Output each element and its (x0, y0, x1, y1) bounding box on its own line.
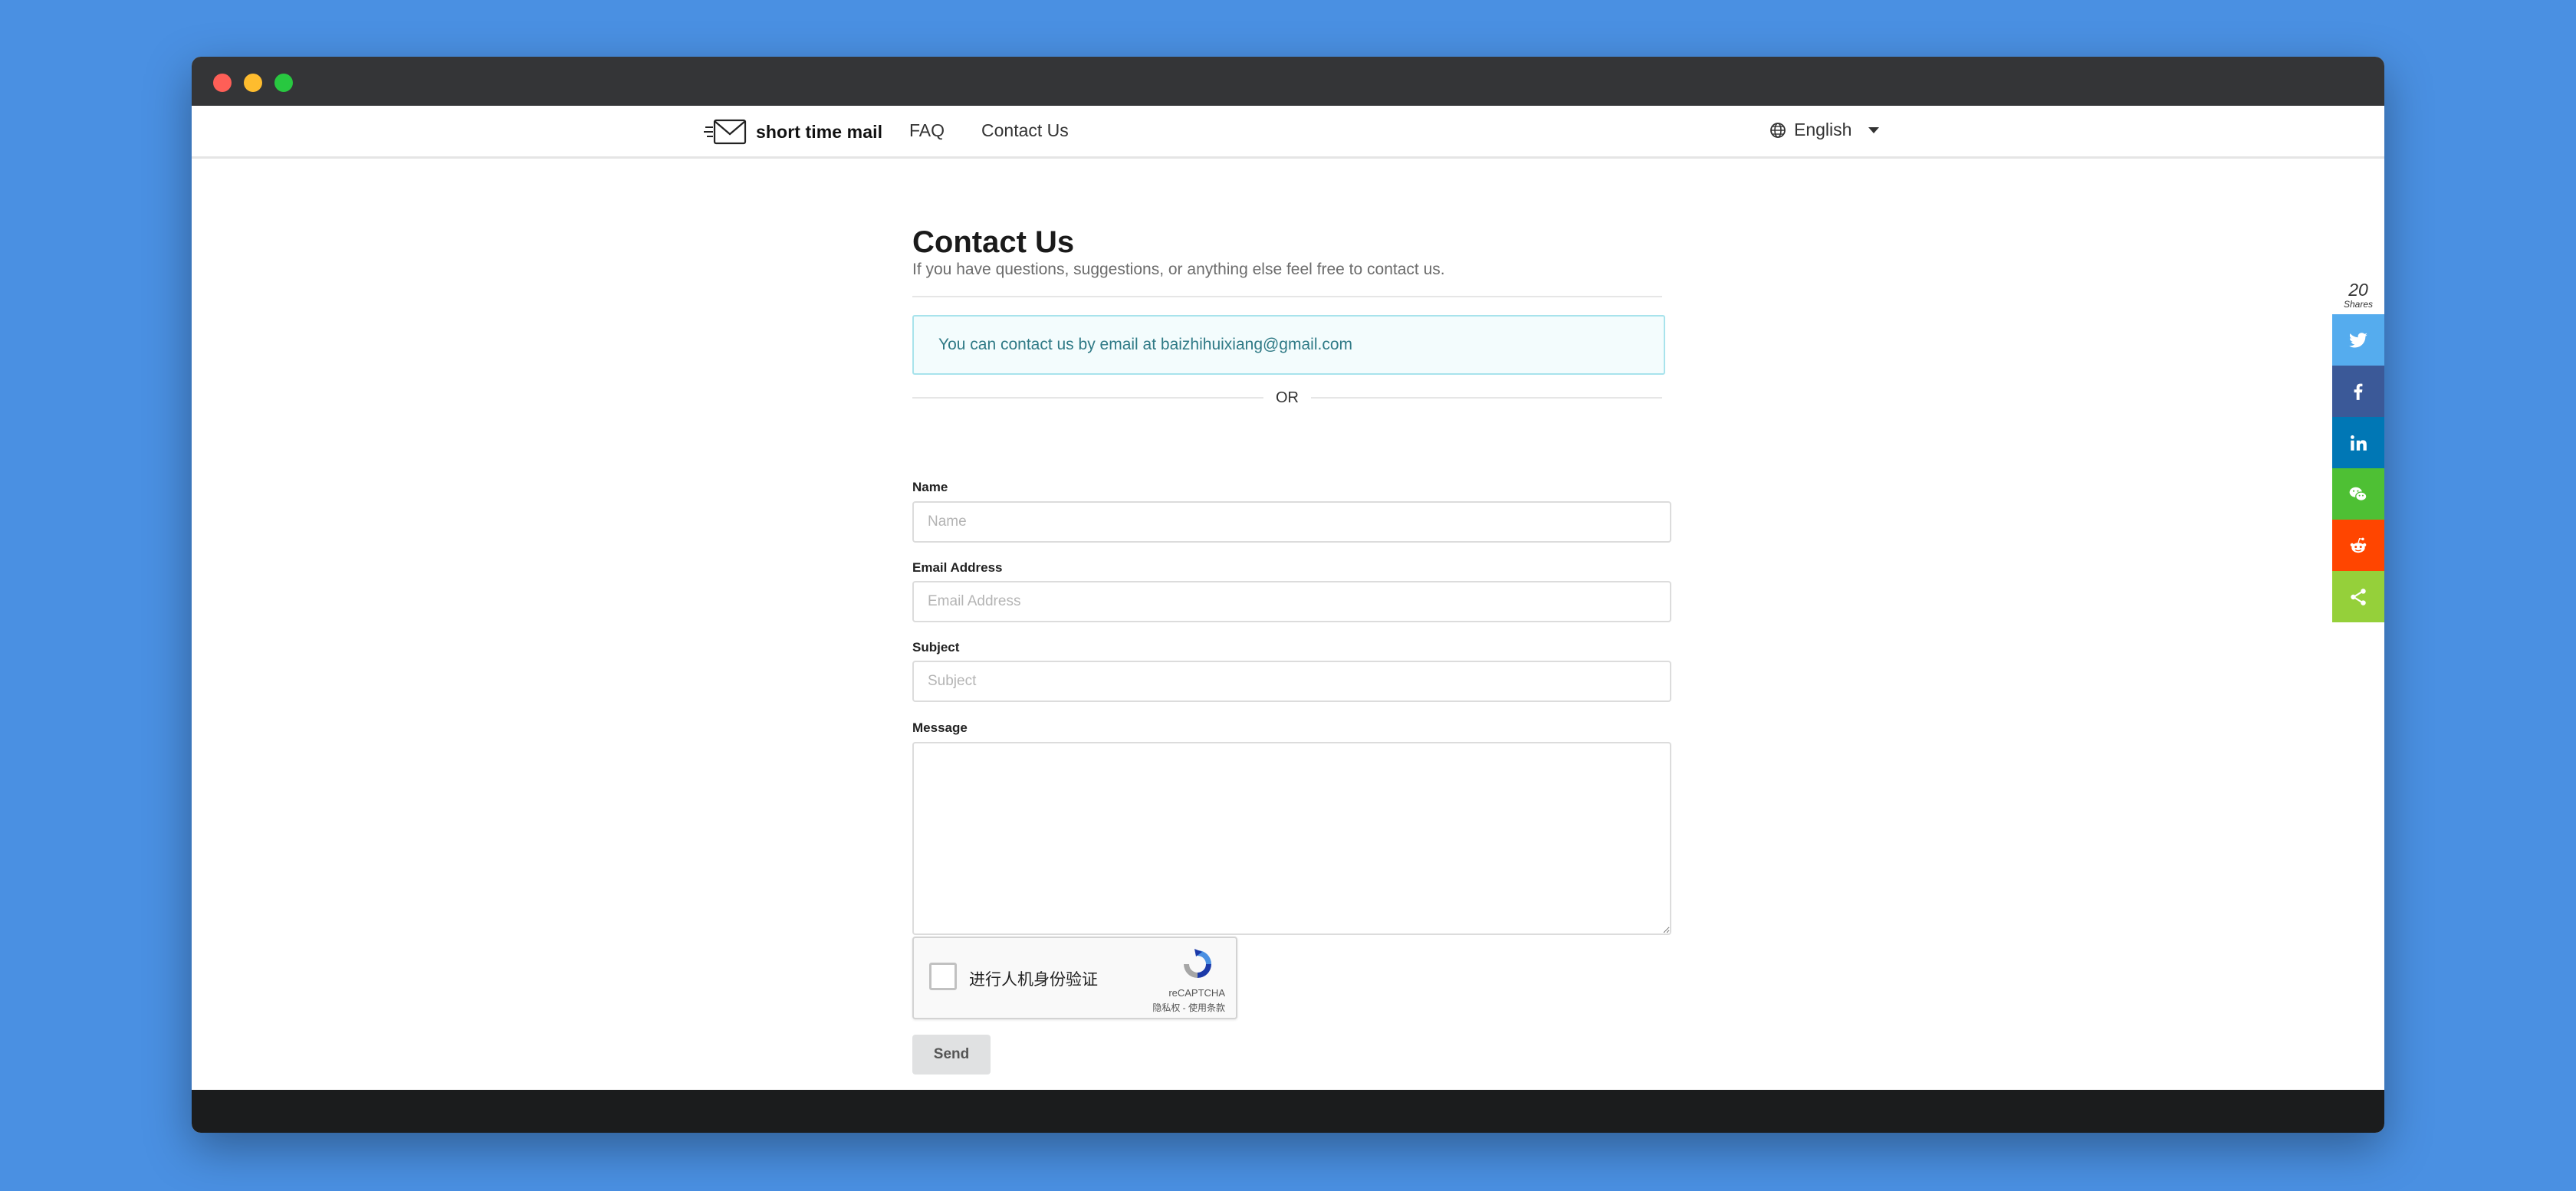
globe-icon (1770, 122, 1786, 138)
recaptcha-widget: 进行人机身份验证 reCAPTCHA 隐私权 - 使用条款 (912, 937, 1237, 1019)
nav-link-contact-us[interactable]: Contact Us (981, 120, 1069, 141)
page-footer (192, 1090, 2384, 1133)
twitter-share-button[interactable] (2332, 314, 2384, 366)
twitter-icon (2348, 332, 2367, 348)
window-titlebar (192, 57, 2384, 106)
or-divider: OR (912, 386, 1662, 409)
facebook-share-button[interactable] (2332, 366, 2384, 417)
chevron-down-icon (1868, 126, 1880, 133)
recaptcha-label: 进行人机身份验证 (969, 971, 1098, 989)
recaptcha-checkbox[interactable] (929, 963, 957, 990)
reddit-share-button[interactable] (2332, 520, 2384, 571)
email-info-text: You can contact us by email at baizhihui… (938, 336, 1353, 353)
share-icon (2351, 588, 2366, 605)
linkedin-share-button[interactable] (2332, 417, 2384, 468)
brand-name: short time mail (756, 121, 883, 142)
email-info-alert: You can contact us by email at baizhihui… (912, 315, 1665, 375)
more-share-button[interactable] (2332, 571, 2384, 622)
browser-window: short time mail FAQ Contact Us English C… (192, 57, 2384, 1133)
envelope-icon (704, 119, 747, 145)
message-label: Message (912, 720, 968, 735)
minimize-window-button[interactable] (244, 74, 262, 92)
or-text: OR (1276, 389, 1299, 406)
wechat-share-button[interactable] (2332, 468, 2384, 520)
name-input[interactable] (912, 501, 1671, 543)
share-sidebar: 20 Shares (2332, 281, 2384, 622)
wechat-icon (2349, 487, 2367, 501)
language-label: English (1794, 120, 1852, 139)
language-dropdown[interactable]: English (1769, 120, 1880, 140)
reddit-icon (2350, 537, 2367, 553)
maximize-window-button[interactable] (274, 74, 293, 92)
recaptcha-icon (1184, 949, 1211, 978)
share-count-label: Shares (2343, 299, 2374, 310)
nav-link-faq[interactable]: FAQ (909, 120, 945, 141)
page-title: Contact Us (912, 225, 1075, 259)
linkedin-icon (2351, 435, 2367, 451)
top-navbar: short time mail FAQ Contact Us English (192, 106, 2384, 159)
email-input[interactable] (912, 581, 1671, 622)
recaptcha-terms-link[interactable]: 隐私权 - 使用条款 (1152, 1001, 1225, 1014)
name-label: Name (912, 480, 948, 494)
divider (912, 296, 1662, 297)
email-label: Email Address (912, 560, 1003, 575)
send-button[interactable]: Send (912, 1035, 991, 1075)
facebook-icon (2354, 383, 2363, 400)
subject-input[interactable] (912, 661, 1671, 702)
message-textarea[interactable] (912, 742, 1671, 935)
or-line-right (1311, 397, 1662, 399)
subject-label: Subject (912, 640, 960, 655)
share-count: 20 (2348, 280, 2368, 300)
recaptcha-brand: reCAPTCHA (1168, 987, 1225, 999)
page-subtitle: If you have questions, suggestions, or a… (912, 261, 1445, 278)
brand-link[interactable]: short time mail (704, 116, 882, 147)
close-window-button[interactable] (213, 74, 232, 92)
or-line-left (912, 397, 1263, 399)
